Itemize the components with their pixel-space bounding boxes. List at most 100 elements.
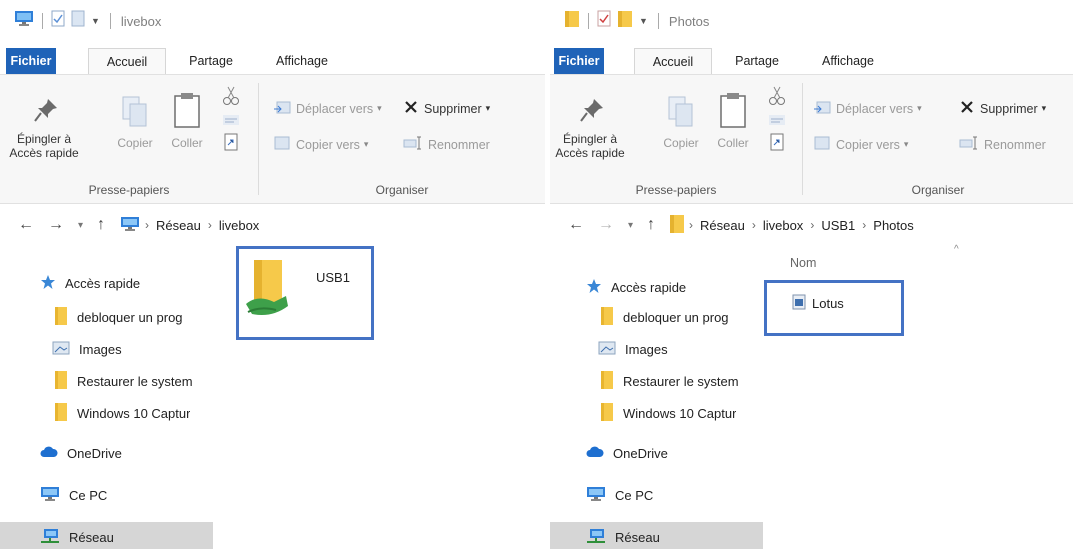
breadcrumb-chevron-icon[interactable]: › (689, 218, 693, 232)
up-arrow-icon[interactable]: ↑ (97, 216, 105, 234)
address-bar: ← → ▾ ↑ › Réseau › livebox (0, 212, 545, 238)
file-list: USB1 (214, 238, 545, 549)
breadcrumb-item[interactable]: Réseau (156, 218, 201, 233)
breadcrumb-item[interactable]: livebox (219, 218, 259, 233)
sidebar-item-folder[interactable]: debloquer un prog (0, 302, 183, 332)
breadcrumb-chevron-icon[interactable]: › (208, 218, 212, 232)
star-icon (586, 278, 602, 297)
sidebar-item-network[interactable]: Réseau (0, 522, 213, 549)
copy-button[interactable]: Copier (110, 95, 160, 150)
recent-dropdown-icon[interactable]: ▾ (78, 220, 83, 231)
forward-arrow-icon[interactable]: → (598, 216, 614, 234)
sidebar-item-images[interactable]: Images (0, 334, 122, 364)
copy-to-button[interactable]: Copier vers ▾ (813, 135, 908, 154)
tab-file[interactable]: Fichier (554, 48, 604, 74)
clipboard-group: Épingler à Accès rapide Copier Coller Pr… (550, 75, 802, 203)
tab-share[interactable]: Partage (726, 48, 788, 74)
copy-label: Copier (663, 136, 699, 150)
organize-group: Déplacer vers ▾ Supprimer ▾ Copier vers ▾ R… (803, 75, 1073, 203)
cut-icon[interactable] (222, 85, 240, 112)
breadcrumb-chevron-icon[interactable]: › (145, 218, 149, 232)
pin-button[interactable]: Épingler à Accès rapide (555, 95, 625, 160)
title-bar: ▼ livebox (0, 0, 545, 44)
rename-button[interactable]: Renommer (403, 135, 490, 154)
organize-group-label: Organiser (911, 183, 965, 197)
copy-path-icon[interactable] (768, 113, 786, 132)
paste-button[interactable]: Coller (162, 91, 212, 150)
paste-shortcut-icon[interactable] (770, 133, 784, 156)
breadcrumb-chevron-icon[interactable]: › (752, 218, 756, 232)
copy-path-icon[interactable] (222, 113, 240, 132)
pin-label: Épingler à Accès rapide (9, 132, 79, 160)
breadcrumb-item[interactable]: USB1 (821, 218, 855, 233)
delete-button[interactable]: Supprimer ▾ (959, 99, 1046, 118)
move-to-button[interactable]: Déplacer vers ▾ (273, 99, 382, 118)
tab-view[interactable]: Affichage (808, 48, 888, 74)
move-to-button[interactable]: Déplacer vers ▾ (813, 99, 922, 118)
up-arrow-icon[interactable]: ↑ (647, 216, 655, 234)
paste-shortcut-icon[interactable] (224, 133, 238, 156)
sidebar-item-network[interactable]: Réseau (550, 522, 763, 549)
file-list-item[interactable]: Lotus (792, 294, 844, 313)
sidebar-item-folder[interactable]: Restaurer le system (550, 366, 739, 396)
clipboard-group: Épingler à Accès rapide Copier Coller Pr… (0, 75, 258, 203)
item-name[interactable]: USB1 (316, 270, 350, 285)
customize-dropdown-icon[interactable]: ▼ (91, 16, 100, 26)
computer-icon (14, 10, 34, 32)
sidebar-item-this-pc[interactable]: Ce PC (0, 480, 107, 510)
back-arrow-icon[interactable]: ← (568, 216, 584, 234)
pin-icon (31, 99, 61, 128)
sidebar-item-images[interactable]: Images (550, 334, 668, 364)
window-title: Photos (668, 13, 710, 29)
rename-icon (403, 135, 423, 154)
star-icon (40, 274, 56, 293)
sidebar-item-quick-access[interactable]: Accès rapide (0, 268, 140, 298)
folder-location-icon (669, 214, 685, 237)
forward-arrow-icon[interactable]: → (48, 216, 64, 234)
sidebar-item-onedrive[interactable]: OneDrive (550, 438, 668, 468)
sidebar-item-onedrive[interactable]: OneDrive (0, 438, 122, 468)
new-folder-icon[interactable] (71, 10, 85, 32)
sidebar-item-folder[interactable]: Restaurer le system (0, 366, 193, 396)
sidebar-item-folder[interactable]: Windows 10 Captur (550, 398, 736, 428)
copy-to-button[interactable]: Copier vers ▾ (273, 135, 368, 154)
pin-button[interactable]: Épingler à Accès rapide (9, 95, 79, 160)
back-arrow-icon[interactable]: ← (18, 216, 34, 234)
properties-icon[interactable] (597, 10, 611, 32)
paste-button[interactable]: Coller (708, 91, 758, 150)
shared-folder-icon[interactable] (244, 256, 296, 325)
breadcrumb-chevron-icon[interactable]: › (862, 218, 866, 232)
copy-to-icon (273, 135, 291, 154)
customize-dropdown-icon[interactable]: ▼ (639, 16, 648, 26)
column-header-name[interactable]: Nom (790, 256, 816, 270)
rename-button[interactable]: Renommer (959, 135, 1046, 154)
tab-home[interactable]: Accueil (88, 48, 166, 76)
window-title: livebox (120, 13, 162, 29)
properties-icon[interactable] (51, 10, 65, 32)
organize-group: Déplacer vers ▾ Supprimer ▾ Copier vers ▾ R… (259, 75, 545, 203)
breadcrumb-item[interactable]: livebox (763, 218, 803, 233)
paste-label: Coller (717, 136, 749, 150)
sidebar-item-this-pc[interactable]: Ce PC (550, 480, 653, 510)
tab-view[interactable]: Affichage (262, 48, 342, 74)
copy-label: Copier (117, 136, 153, 150)
cut-icon[interactable] (768, 85, 786, 112)
move-to-icon (813, 99, 831, 118)
sort-ascending-icon[interactable]: ^ (954, 244, 959, 255)
folder-icon (600, 306, 614, 329)
breadcrumb-item[interactable]: Réseau (700, 218, 745, 233)
tab-home[interactable]: Accueil (634, 48, 712, 76)
copy-button[interactable]: Copier (656, 95, 706, 150)
sidebar-item-folder[interactable]: Windows 10 Captur (0, 398, 190, 428)
sidebar-item-quick-access[interactable]: Accès rapide (550, 272, 686, 302)
tab-file[interactable]: Fichier (6, 48, 56, 74)
new-folder-icon[interactable] (617, 10, 633, 33)
recent-dropdown-icon[interactable]: ▾ (628, 220, 633, 231)
sidebar-item-folder[interactable]: debloquer un prog (550, 302, 729, 332)
delete-button[interactable]: Supprimer ▾ (403, 99, 490, 118)
pc-icon (40, 486, 60, 505)
image-file-icon (792, 294, 806, 313)
tab-share[interactable]: Partage (180, 48, 242, 74)
breadcrumb-chevron-icon[interactable]: › (810, 218, 814, 232)
breadcrumb-item[interactable]: Photos (873, 218, 913, 233)
